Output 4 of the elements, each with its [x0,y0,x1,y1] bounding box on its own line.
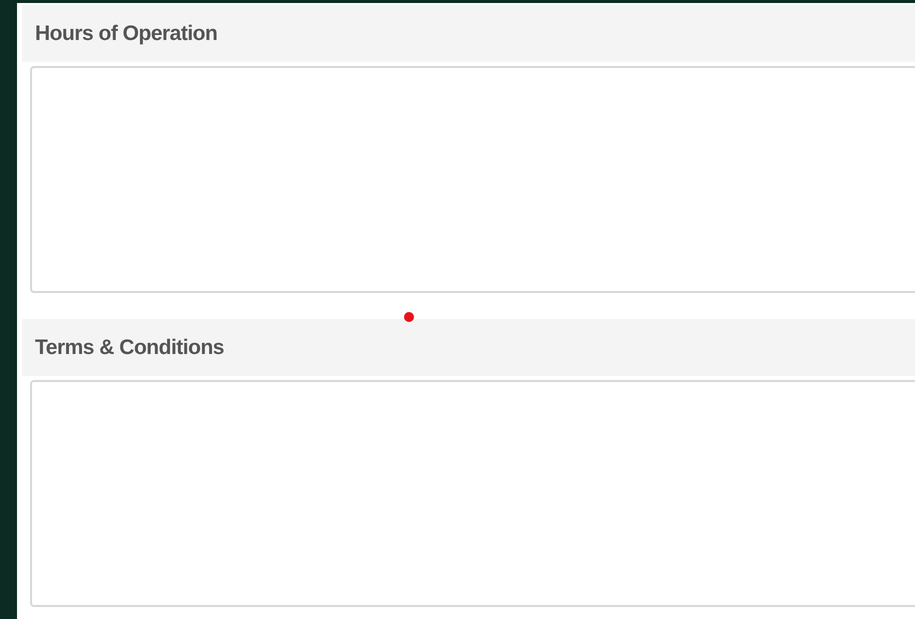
text-area[interactable] [30,66,915,293]
section-title: Terms & Conditions [35,334,224,361]
section-title: Hours of Operation [35,20,218,47]
text-area[interactable] [30,380,915,607]
